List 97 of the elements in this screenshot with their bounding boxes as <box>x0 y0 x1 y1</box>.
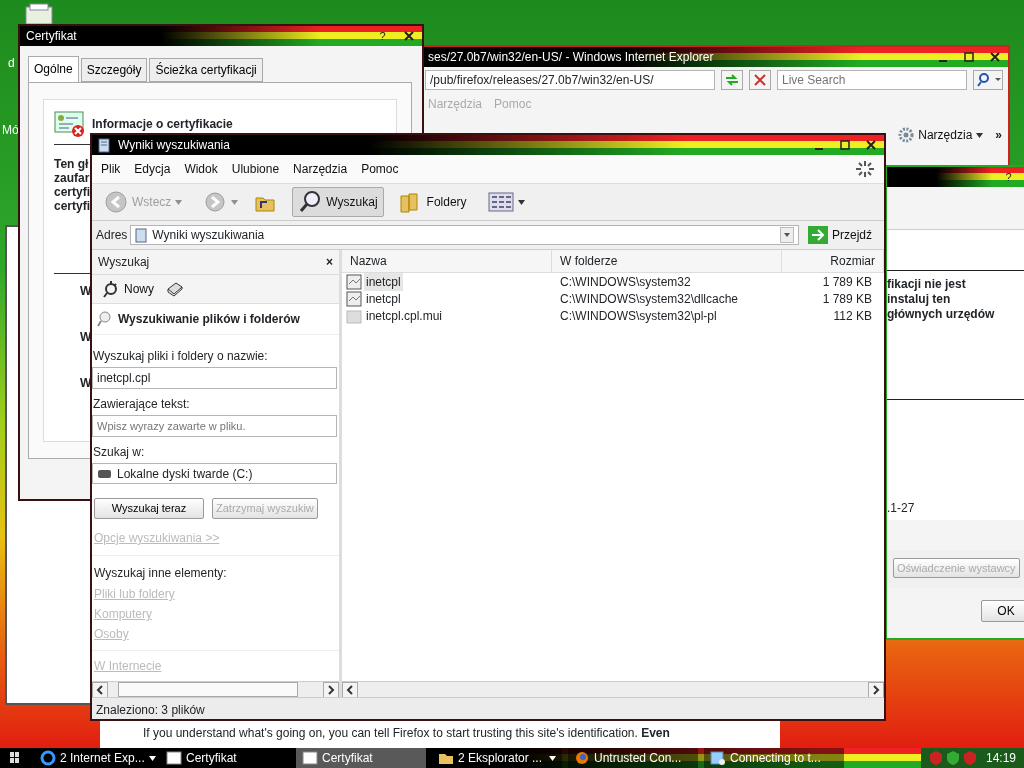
text-line: certyfi <box>54 199 91 213</box>
help-button[interactable]: ? <box>1001 171 1016 183</box>
file-icon <box>346 307 362 324</box>
shield-icon <box>962 750 977 766</box>
caret-icon <box>517 199 525 205</box>
scroll-left-button[interactable] <box>92 682 108 697</box>
pane-heading: Wyszukiwanie plików i folderów <box>118 311 300 328</box>
column-header[interactable]: W folderze <box>552 250 782 272</box>
close-button[interactable] <box>988 51 1002 63</box>
text-line: zaufar <box>54 171 90 185</box>
tab[interactable]: Szczegóły <box>80 58 148 82</box>
menu-item[interactable]: Pomoc <box>354 158 406 180</box>
gear-icon <box>898 127 915 143</box>
scroll-right-button[interactable] <box>323 682 339 697</box>
desktop-icon-label[interactable]: d <box>8 54 15 72</box>
text-line: fikacji nie jest <box>887 277 966 292</box>
book-icon[interactable] <box>166 280 184 298</box>
taskbar-button[interactable]: Certyfikat <box>296 748 426 768</box>
more-button[interactable]: » <box>995 126 1002 144</box>
file-name[interactable]: inetcpl <box>364 289 403 308</box>
stop-icon[interactable] <box>749 70 771 90</box>
scroll-left-button[interactable] <box>342 682 358 698</box>
refresh-icon[interactable] <box>721 70 743 90</box>
address-label: Adres <box>96 227 128 244</box>
search-icon <box>96 310 112 328</box>
search-field[interactable]: Live Search <box>777 70 967 90</box>
network-icon <box>710 750 726 766</box>
column-header[interactable]: Rozmiar <box>782 250 884 272</box>
search-now-button[interactable]: Wyszukaj teraz <box>94 498 204 519</box>
text-line: głównych urzędów <box>887 307 995 322</box>
help-button[interactable]: ? <box>375 30 390 42</box>
tab[interactable]: Ścieżka certyfikacji <box>149 58 263 82</box>
window-title: ses/27.0b7/win32/en-US/ - Windows Internet Explorer <box>428 49 715 66</box>
search-button[interactable]: Wyszukaj <box>292 187 384 217</box>
address-field[interactable]: /pub/firefox/releases/27.0b7/win32/en-US/ <box>425 70 715 90</box>
warning-text: If you understand what's going on, you can tell Firefox to start trusting this site's identification. Even <box>143 725 670 742</box>
menu-item[interactable]: Narzędzia <box>286 158 355 180</box>
search-results-icon <box>98 137 112 153</box>
go-arrow-icon <box>808 226 828 244</box>
shield-icon <box>945 750 960 766</box>
text-field[interactable]: Wpisz wyrazy zawarte w pliku. <box>92 414 337 437</box>
menu-item[interactable]: Widok <box>177 158 225 180</box>
caret-icon <box>231 199 239 205</box>
window-icon <box>302 750 318 766</box>
section-label: Wyszukaj inne elementy: <box>94 565 228 582</box>
tab[interactable]: Ogólne <box>28 56 79 82</box>
field-label: Szukaj w: <box>93 443 146 461</box>
maximize-button[interactable] <box>838 139 852 151</box>
clock: 14:19 <box>985 750 1016 767</box>
desktop-icon-label[interactable]: Mó <box>2 121 19 139</box>
ok-button[interactable]: OK <box>981 600 1024 622</box>
table-cell-text: C:\WINDOWS\system32\pl-pl <box>559 307 718 325</box>
table-cell-text: 1 789 KB <box>821 290 873 308</box>
scrollbar-thumb[interactable] <box>118 682 298 697</box>
heading: Informacje o certyfikacie <box>92 116 233 133</box>
throbber-icon <box>854 159 876 179</box>
control-panel-file-icon <box>346 290 362 307</box>
date-text: .1-27 <box>887 500 915 517</box>
window-icon <box>166 750 182 766</box>
caret-icon <box>549 755 556 761</box>
magnifier-icon <box>102 280 120 298</box>
table-cell-text: 112 KB <box>832 307 873 325</box>
caret-icon <box>148 755 156 761</box>
magnifier-icon <box>298 190 323 214</box>
taskbar-button[interactable]: Connecting to t... <box>704 748 844 768</box>
shield-icon <box>928 750 943 766</box>
pane-title: Wyszukaj <box>98 254 150 271</box>
folders-button[interactable]: Foldery <box>392 187 473 217</box>
scroll-right-button[interactable] <box>868 682 884 698</box>
close-button[interactable] <box>864 139 878 151</box>
menu-item[interactable]: Ulubione <box>224 158 287 180</box>
close-button[interactable] <box>402 30 416 42</box>
status-text: Znaleziono: 3 plików <box>96 703 205 717</box>
search-icon[interactable] <box>973 70 1003 90</box>
table-cell-text: C:\WINDOWS\system32\dllcache <box>559 290 740 308</box>
window-title: Certyfikat <box>26 28 78 45</box>
window-title: Wyniki wyszukiwania <box>118 137 231 154</box>
taskbar-button[interactable]: Untrusted Con... <box>568 748 698 768</box>
close-button[interactable]: × <box>326 253 333 271</box>
go-button[interactable]: Przejdź <box>802 223 878 247</box>
grid-icon <box>487 190 514 214</box>
table-cell-text: C:\WINDOWS\system32 <box>559 273 692 291</box>
certificate-error-icon <box>54 110 86 138</box>
text-line: certyfi <box>54 185 91 199</box>
tools-button[interactable]: Narzędzia <box>892 123 990 147</box>
table-cell-text: 1 789 KB <box>821 273 873 291</box>
maximize-button[interactable] <box>962 51 976 63</box>
menu-item[interactable]: Edycja <box>127 158 178 180</box>
field-label: Zawierające tekst: <box>93 395 191 413</box>
caret-icon <box>175 199 183 205</box>
menu-item[interactable]: Plik <box>94 158 128 180</box>
text-line: Ten gł <box>54 157 89 171</box>
field-label: Wyszukaj pliki i foldery o nazwie: <box>93 348 269 365</box>
text-line: instaluj ten <box>887 292 951 307</box>
caret-icon <box>976 132 984 138</box>
column-header[interactable]: Nazwa <box>342 250 552 272</box>
file-name[interactable]: inetcpl.cpl.mui <box>364 306 445 325</box>
